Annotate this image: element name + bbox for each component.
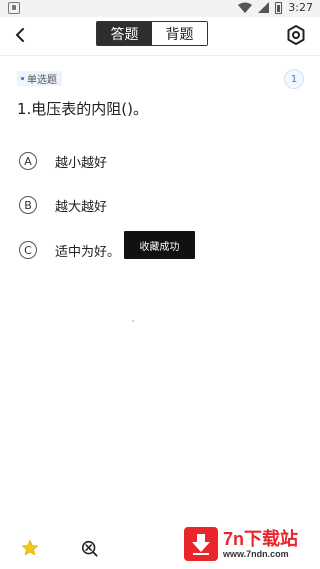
watermark-brand: 7n下载站 [223, 529, 299, 549]
option-letter: C [19, 241, 37, 259]
wifi-icon [238, 2, 253, 13]
option-a[interactable]: A 越小越好 [19, 150, 107, 172]
badge-dot [21, 77, 24, 80]
status-bar: 3:27 [0, 0, 320, 17]
settings-button[interactable] [284, 23, 308, 47]
favorite-button[interactable] [20, 538, 40, 558]
status-icons: 3:27 [238, 1, 313, 14]
question-text: 1.电压表的内阻()。 [17, 100, 149, 118]
download-arrow-icon [184, 527, 218, 561]
tab-recite[interactable]: 背题 [152, 22, 207, 45]
tab-answer[interactable]: 答题 [97, 22, 152, 45]
option-text: 越大越好 [55, 199, 108, 215]
decorative-dot [132, 320, 134, 322]
settings-hexagon-icon [287, 25, 305, 45]
option-text: 越小越好 [55, 155, 108, 171]
header: 答题 背题 [0, 17, 320, 56]
zoom-out-icon [81, 540, 98, 557]
option-letter: B [19, 196, 37, 214]
arrow-down-icon [192, 534, 210, 555]
option-c[interactable]: C 适中为好。 [19, 239, 120, 261]
star-icon [21, 539, 39, 556]
toast-message: 收藏成功 [124, 231, 195, 259]
watermark-text: 7n下载站 www.7ndn.com [223, 529, 298, 559]
zoom-out-button[interactable] [80, 539, 98, 557]
option-text: 适中为好。 [55, 244, 121, 260]
question-type-badge: 单选题 [17, 71, 62, 86]
battery-icon [275, 1, 283, 14]
question-number-badge[interactable]: 1 [284, 69, 304, 89]
app-notification-icon [8, 2, 20, 14]
watermark-url: www.7ndn.com [223, 549, 289, 559]
back-arrow-icon [16, 28, 24, 42]
mode-segmented-control: 答题 背题 [96, 21, 208, 46]
back-button[interactable] [9, 24, 31, 46]
status-time: 3:27 [288, 1, 313, 14]
question-type-label: 单选题 [27, 75, 57, 86]
option-letter: A [19, 152, 37, 170]
watermark: 7n下载站 www.7ndn.com [184, 523, 315, 565]
option-b[interactable]: B 越大越好 [19, 194, 107, 216]
signal-icon [258, 2, 270, 13]
